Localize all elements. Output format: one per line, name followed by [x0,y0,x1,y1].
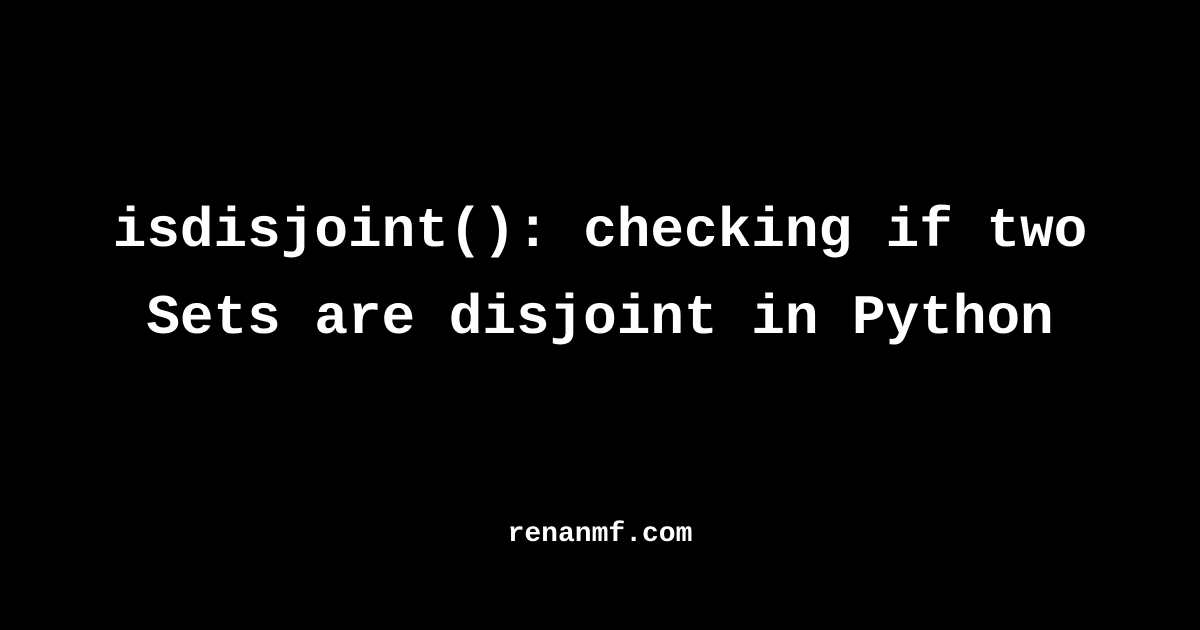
article-title: isdisjoint(): checking if two Sets are d… [60,188,1140,362]
site-attribution: renanmf.com [508,519,693,550]
card-container: isdisjoint(): checking if two Sets are d… [0,0,1200,630]
